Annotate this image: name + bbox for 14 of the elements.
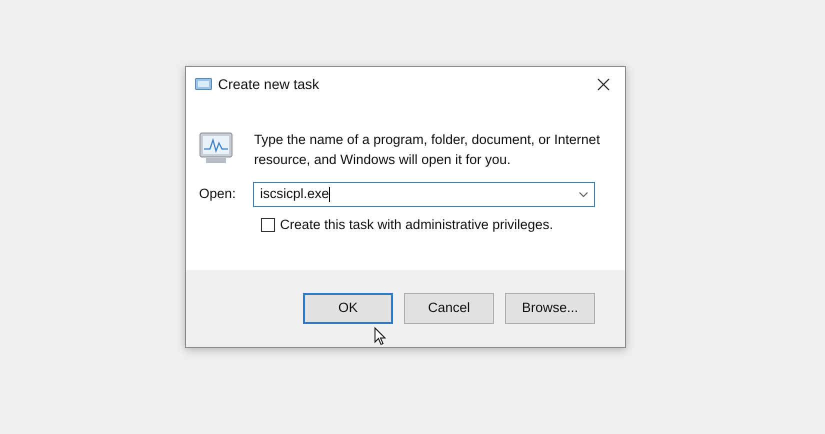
open-label: Open: <box>199 185 237 204</box>
close-icon <box>596 78 610 90</box>
dialog-button[interactable]: Cancel <box>404 293 494 324</box>
window-title: Create new task <box>218 74 320 94</box>
dialog-button[interactable]: Browse... <box>505 293 595 324</box>
dropdown-chevron-icon <box>579 192 588 197</box>
admin-checkbox-label: Create this task with administrative privileges. <box>280 216 554 234</box>
admin-checkbox[interactable] <box>261 218 275 232</box>
dialog-button[interactable]: OK <box>303 293 393 324</box>
open-combobox[interactable]: iscsicpl.exe <box>253 182 595 207</box>
instruction-text: Type the name of a program, folder, document, or Internet resource, and Windows will open it for you. <box>254 131 601 169</box>
monitor-icon <box>198 131 234 165</box>
window-app-icon <box>195 78 212 90</box>
mouse-cursor-icon <box>374 327 386 346</box>
